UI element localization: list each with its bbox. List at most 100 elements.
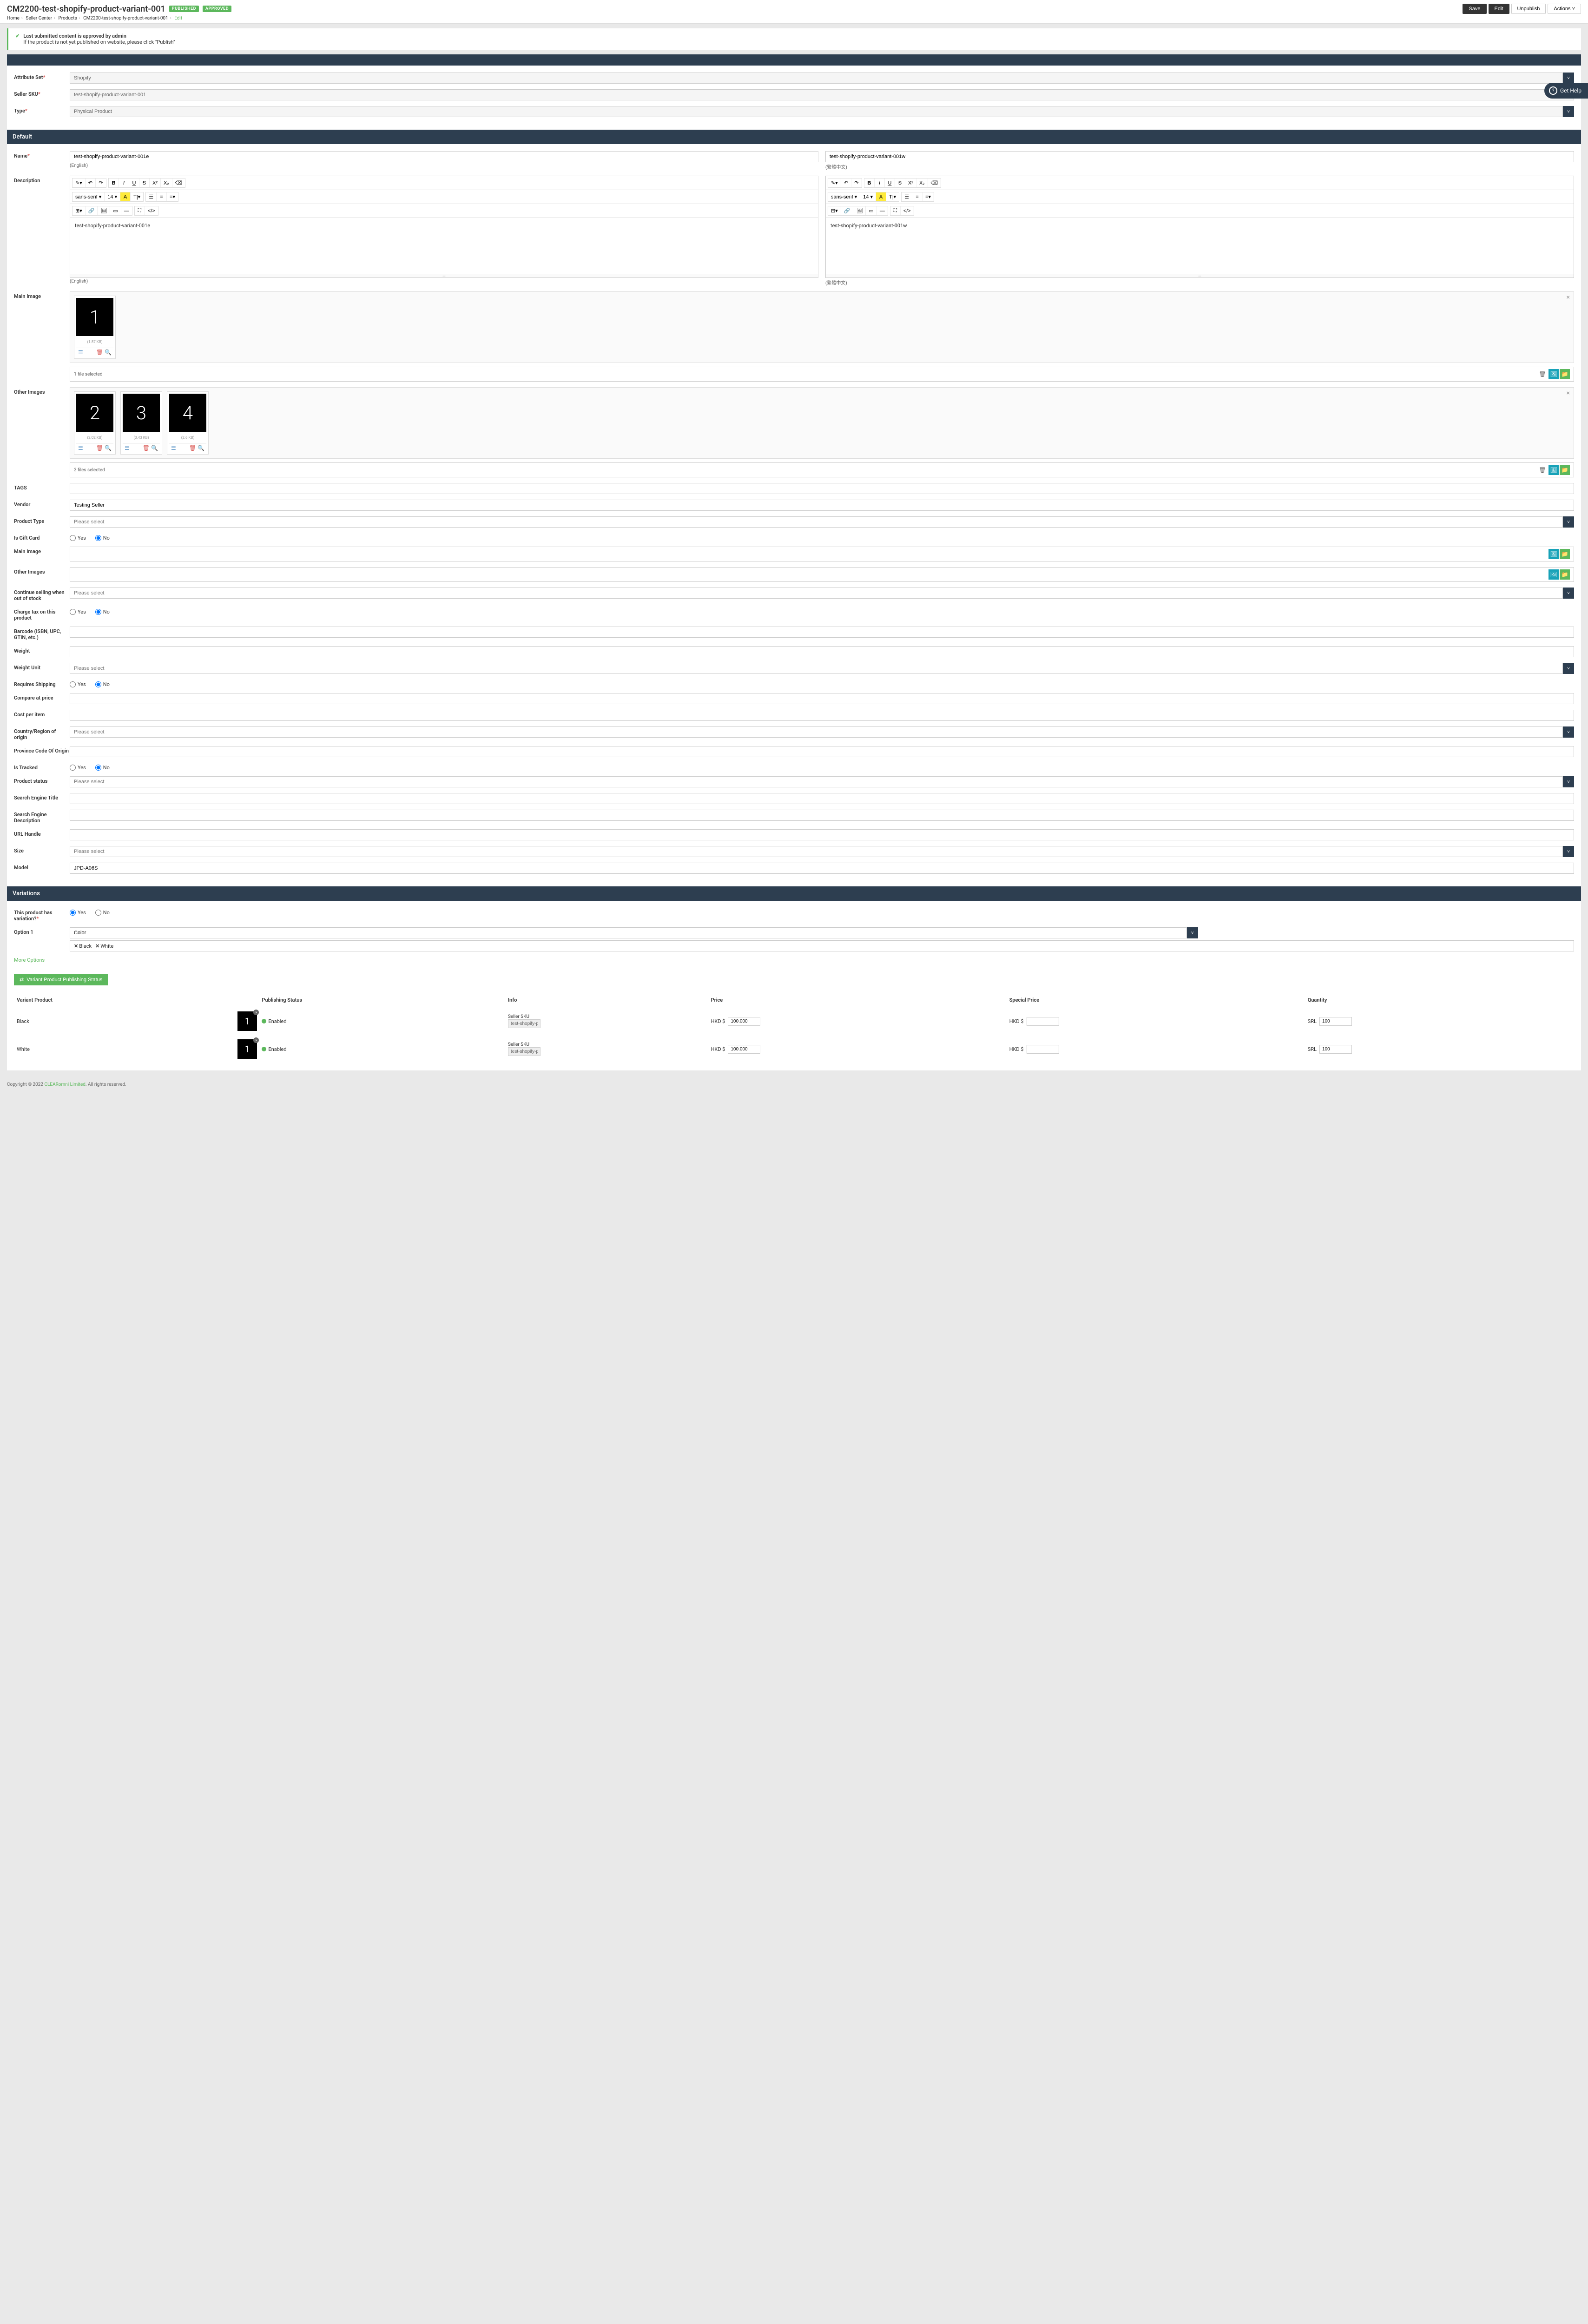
ul-icon[interactable]: ☰: [902, 192, 912, 201]
font-size-dropdown[interactable]: 14 ▾: [105, 192, 120, 201]
close-icon[interactable]: ✕: [95, 943, 99, 949]
font-family-dropdown[interactable]: sans-serif ▾: [72, 192, 105, 201]
variant-thumbnail[interactable]: 1×: [237, 1011, 257, 1031]
image-icon[interactable]: 🖼: [853, 206, 866, 215]
delete-icon[interactable]: 🗑: [96, 349, 103, 356]
redo-icon[interactable]: ↷: [851, 178, 862, 187]
size-select[interactable]: [70, 846, 1563, 857]
underline-icon[interactable]: U: [129, 178, 139, 187]
ul-icon[interactable]: ☰: [146, 192, 157, 201]
video-icon[interactable]: ▭: [866, 206, 876, 215]
fullscreen-icon[interactable]: ⛶: [890, 206, 901, 215]
chip-black[interactable]: ✕ Black: [74, 943, 92, 949]
italic-icon[interactable]: I: [119, 178, 129, 187]
variant-special-price-input[interactable]: [1027, 1045, 1059, 1054]
delete-icon[interactable]: 🗑: [189, 445, 196, 451]
url-handle-input[interactable]: [70, 829, 1574, 840]
gallery-icon[interactable]: 🖼: [1548, 369, 1559, 379]
text-color-icon[interactable]: A: [876, 192, 886, 201]
description-zh-content[interactable]: test-shopify-product-variant-001w: [826, 218, 1574, 274]
attribute-set-select[interactable]: [70, 73, 1563, 84]
close-icon[interactable]: ×: [1567, 390, 1570, 397]
chevron-down-icon[interactable]: ˅: [1563, 726, 1574, 738]
has-variation-yes[interactable]: Yes: [70, 910, 86, 916]
product-status-select[interactable]: [70, 776, 1563, 787]
footer-company-link[interactable]: CLEARomni Limited: [45, 1082, 86, 1087]
close-icon[interactable]: ×: [253, 1037, 259, 1043]
video-icon[interactable]: ▭: [110, 206, 121, 215]
vendor-input[interactable]: [70, 500, 1574, 511]
chevron-down-icon[interactable]: ˅: [1563, 516, 1574, 528]
superscript-icon[interactable]: X²: [905, 178, 916, 187]
chevron-down-icon[interactable]: ˅: [1563, 846, 1574, 857]
product-type-select[interactable]: [70, 516, 1563, 528]
tags-input[interactable]: [70, 483, 1574, 494]
hr-icon[interactable]: —: [877, 206, 888, 215]
folder-icon[interactable]: 📁: [1560, 569, 1570, 580]
chevron-down-icon[interactable]: ˅: [1563, 106, 1574, 117]
charge-tax-yes[interactable]: Yes: [70, 609, 86, 615]
description-zh-editor[interactable]: ✎▾↶↷ BIUSX²X₂⌫ sans-serif ▾14 ▾AT|▾ ☰≡≡▾…: [825, 176, 1574, 278]
type-select[interactable]: [70, 106, 1563, 117]
undo-icon[interactable]: ↶: [86, 178, 96, 187]
drag-icon[interactable]: ☰: [78, 445, 83, 451]
variant-special-price-input[interactable]: [1027, 1017, 1059, 1026]
chevron-down-icon[interactable]: ˅: [1187, 927, 1198, 938]
link-icon[interactable]: 🔗: [86, 206, 98, 215]
gift-card-yes[interactable]: Yes: [70, 535, 86, 541]
province-origin-input[interactable]: [70, 746, 1574, 757]
delete-icon[interactable]: 🗑: [96, 445, 103, 451]
strike-icon[interactable]: S: [895, 178, 905, 187]
superscript-icon[interactable]: X²: [150, 178, 161, 187]
variant-qty-input[interactable]: [1319, 1017, 1352, 1026]
style-dropdown[interactable]: ✎▾: [828, 178, 841, 187]
name-zh-input[interactable]: [825, 151, 1574, 162]
gift-card-no[interactable]: No: [95, 535, 110, 541]
drag-icon[interactable]: ☰: [78, 349, 83, 356]
variant-publishing-status-button[interactable]: ⇄ Variant Product Publishing Status: [14, 974, 108, 985]
drag-icon[interactable]: ☰: [171, 445, 176, 451]
strike-icon[interactable]: S: [139, 178, 150, 187]
underline-icon[interactable]: U: [885, 178, 895, 187]
requires-shipping-no[interactable]: No: [95, 681, 110, 687]
gallery-icon[interactable]: 🖼: [1548, 569, 1559, 580]
folder-icon[interactable]: 📁: [1560, 369, 1570, 379]
barcode-input[interactable]: [70, 627, 1574, 638]
gallery-icon[interactable]: 🖼: [1548, 549, 1559, 559]
subscript-icon[interactable]: X₂: [161, 178, 172, 187]
model-input[interactable]: [70, 863, 1574, 874]
variant-price-input[interactable]: [728, 1017, 760, 1026]
zoom-icon[interactable]: 🔍: [105, 445, 112, 451]
other-images-upload[interactable]: × 2 (2.02 KB) ☰ 🗑 🔍3 (3.43 KB) ☰ 🗑 🔍4 (2…: [70, 387, 1574, 459]
compare-price-input[interactable]: [70, 693, 1574, 704]
name-en-input[interactable]: [70, 151, 818, 162]
get-help-button[interactable]: ? Get Help: [1544, 83, 1588, 99]
variant-price-input[interactable]: [728, 1045, 760, 1054]
unpublish-button[interactable]: Unpublish: [1511, 4, 1546, 14]
drag-icon[interactable]: ☰: [125, 445, 130, 451]
gallery-icon[interactable]: 🖼: [1548, 465, 1559, 475]
style-dropdown[interactable]: ✎▾: [72, 178, 86, 187]
chip-white[interactable]: ✕ White: [95, 943, 113, 949]
edit-button[interactable]: Edit: [1489, 4, 1509, 14]
zoom-icon[interactable]: 🔍: [151, 445, 158, 451]
breadcrumb-seller-center[interactable]: Seller Center: [26, 16, 52, 21]
bold-icon[interactable]: B: [109, 178, 119, 187]
breadcrumb-home[interactable]: Home: [7, 16, 20, 21]
font-family-dropdown[interactable]: sans-serif ▾: [828, 192, 860, 201]
link-icon[interactable]: 🔗: [841, 206, 854, 215]
is-tracked-yes[interactable]: Yes: [70, 765, 86, 771]
align-icon[interactable]: ≡▾: [922, 192, 934, 201]
chevron-down-icon[interactable]: ˅: [1563, 588, 1574, 599]
italic-icon[interactable]: I: [875, 178, 885, 187]
continue-selling-select[interactable]: [70, 588, 1563, 599]
weight-input[interactable]: [70, 646, 1574, 657]
close-icon[interactable]: ×: [1567, 294, 1570, 301]
option1-select[interactable]: [70, 927, 1187, 938]
actions-dropdown[interactable]: Actions ˅: [1548, 4, 1581, 14]
description-en-content[interactable]: test-shopify-product-variant-001e: [70, 218, 818, 274]
text-color-icon[interactable]: A: [120, 192, 131, 201]
main-image-upload[interactable]: × 1 (1.87 KB) ☰ 🗑 🔍: [70, 291, 1574, 363]
seo-title-input[interactable]: [70, 793, 1574, 804]
image-icon[interactable]: 🖼: [98, 206, 110, 215]
